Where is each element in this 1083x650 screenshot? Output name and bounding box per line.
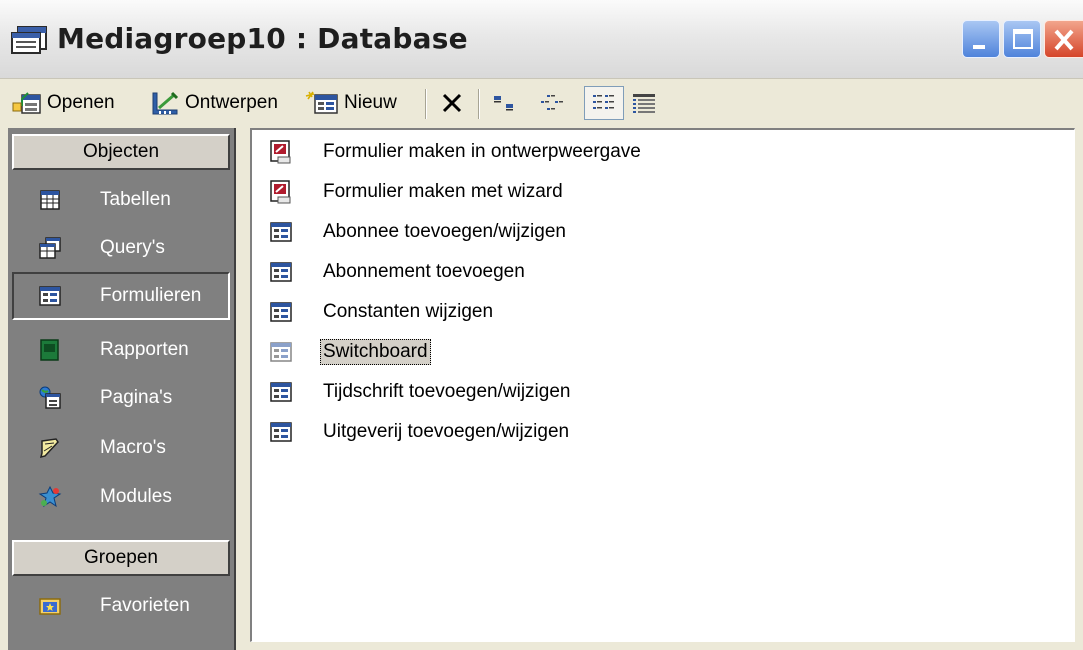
list-item[interactable]: Abonnee toevoegen/wijzigen xyxy=(268,214,566,250)
list-item[interactable]: Tijdschrift toevoegen/wijzigen xyxy=(268,374,570,410)
minimize-icon xyxy=(973,45,985,49)
report-icon xyxy=(40,339,59,361)
large-icons-view-button[interactable] xyxy=(487,86,523,120)
open-form-icon xyxy=(12,92,41,114)
toolbar-separator xyxy=(478,89,480,119)
sidebar-item-label: Query's xyxy=(100,237,165,258)
sidebar-item-macros[interactable]: Macro's xyxy=(12,424,230,472)
delete-icon xyxy=(442,93,462,113)
list-item-label: Formulier maken met wizard xyxy=(323,181,563,202)
sidebar-item-label: Favorieten xyxy=(100,595,190,616)
toolbar-separator xyxy=(425,89,427,119)
design-label: Ontwerpen xyxy=(185,92,278,113)
large-icons-view-icon xyxy=(494,96,513,111)
new-form-icon xyxy=(305,91,338,114)
list-item-label: Uitgeverij toevoegen/wijzigen xyxy=(323,421,570,442)
groups-header-label: Groepen xyxy=(84,547,158,568)
small-icons-view-icon xyxy=(541,95,563,110)
wizard-shortcut-icon xyxy=(270,180,291,204)
macro-icon xyxy=(39,438,59,459)
new-label: Nieuw xyxy=(344,92,397,113)
design-ruler-icon xyxy=(152,91,179,115)
new-button[interactable]: Nieuw xyxy=(305,86,397,120)
small-icons-view-button[interactable] xyxy=(535,86,571,120)
sidebar-item-label: Rapporten xyxy=(100,339,189,360)
maximize-button[interactable] xyxy=(1003,20,1041,58)
list-item-label: Switchboard xyxy=(320,339,431,365)
list-item[interactable]: Formulier maken met wizard xyxy=(268,174,563,210)
sidebar-item-favorites[interactable]: Favorieten xyxy=(12,582,230,630)
module-icon xyxy=(38,485,62,508)
sidebar-item-reports[interactable]: Rapporten xyxy=(12,326,230,374)
favorites-icon xyxy=(39,598,61,615)
title-bar[interactable]: Mediagroep10 : Database xyxy=(0,0,1083,79)
list-view-button[interactable] xyxy=(584,86,624,120)
design-button[interactable]: Ontwerpen xyxy=(150,86,278,120)
form-icon xyxy=(39,286,61,306)
window-title: Mediagroep10 : Database xyxy=(57,22,468,55)
form-icon xyxy=(270,422,292,442)
list-item[interactable]: Abonnement toevoegen xyxy=(268,254,525,290)
list-item[interactable]: Formulier maken in ontwerpweergave xyxy=(268,134,641,170)
list-item-label: Abonnement toevoegen xyxy=(323,261,525,282)
close-icon xyxy=(1054,29,1074,51)
form-icon xyxy=(270,262,292,282)
sidebar-item-pages[interactable]: Pagina's xyxy=(12,374,230,422)
list-item[interactable]: Uitgeverij toevoegen/wijzigen xyxy=(268,414,569,450)
sidebar-item-label: Modules xyxy=(100,486,172,507)
form-icon xyxy=(270,382,292,402)
sidebar-item-forms[interactable]: Formulieren xyxy=(12,272,230,320)
objects-header-label: Objecten xyxy=(82,141,160,162)
details-view-icon xyxy=(633,94,655,113)
open-label: Openen xyxy=(47,92,115,113)
delete-button[interactable] xyxy=(437,86,467,120)
close-button[interactable] xyxy=(1044,20,1083,58)
form-icon xyxy=(270,222,292,242)
form-icon xyxy=(270,302,292,322)
open-button[interactable]: Openen xyxy=(12,86,115,120)
page-icon xyxy=(39,386,61,409)
sidebar-item-label: Macro's xyxy=(100,437,166,458)
list-view-icon xyxy=(593,95,614,109)
forms-list[interactable]: Formulier maken in ontwerpweergave Formu… xyxy=(250,128,1075,642)
list-item-label: Abonnee toevoegen/wijzigen xyxy=(323,221,566,242)
wizard-shortcut-icon xyxy=(270,140,291,164)
list-item-label: Constanten wijzigen xyxy=(323,301,494,322)
sidebar-item-label: Formulieren xyxy=(100,285,202,306)
sidebar-item-tables[interactable]: Tabellen xyxy=(12,176,230,224)
table-icon xyxy=(40,190,60,210)
list-item-label: Formulier maken in ontwerpweergave xyxy=(323,141,641,162)
groups-header-button[interactable]: Groepen xyxy=(12,540,230,576)
maximize-icon xyxy=(1013,29,1033,49)
sidebar-item-label: Pagina's xyxy=(100,387,173,408)
sidebar-item-modules[interactable]: Modules xyxy=(12,473,230,521)
objects-header-button[interactable]: Objecten xyxy=(12,134,230,170)
query-icon xyxy=(39,237,61,259)
database-window-icon xyxy=(11,26,47,54)
list-item-label: Tijdschrift toevoegen/wijzigen xyxy=(323,381,571,402)
list-item[interactable]: Switchboard xyxy=(268,334,431,370)
minimize-button[interactable] xyxy=(962,20,1000,58)
database-toolbar: Openen Ontwerpen Nieuw xyxy=(0,79,1083,128)
list-item[interactable]: Constanten wijzigen xyxy=(268,294,493,330)
form-icon xyxy=(270,342,292,362)
sidebar-item-label: Tabellen xyxy=(100,189,171,210)
details-view-button[interactable] xyxy=(626,86,662,120)
sidebar-item-queries[interactable]: Query's xyxy=(12,224,230,272)
